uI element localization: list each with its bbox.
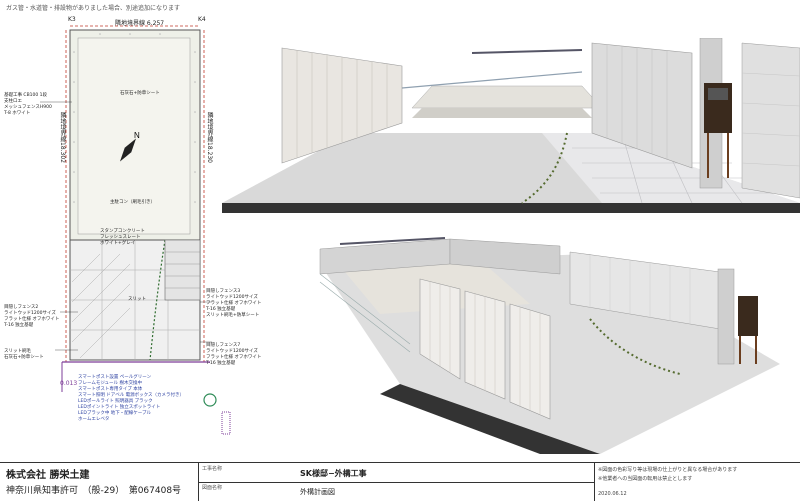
- project-label: 工事名称: [202, 466, 223, 472]
- render-top-image: [222, 37, 800, 213]
- slit-left-note: スリット刷毛 石灰石+防草シート: [4, 349, 44, 360]
- main-concrete-label: 主駐コン（刷毛引き）: [110, 200, 155, 205]
- fence-right-note-1: 目隠しフェンス3 ライトウッド1200サイズ フラット仕様 オフホワイト T-1…: [206, 289, 262, 318]
- perspective-render-top: [222, 37, 800, 213]
- k4-label: K4: [198, 16, 206, 23]
- title-block: 株式会社 勝栄土建 神奈川県知事許可 （般-29） 第067408号 工事名称 …: [0, 462, 800, 501]
- stamp-concrete-label: スタンプコンクリート フレッシュスレート ホワイト+グレイ: [100, 229, 145, 246]
- k3-label: K3: [68, 16, 76, 23]
- drawing-label: 図面名称: [202, 485, 223, 491]
- fence-right-note-2: 目隠しフェンス7 ライトウッド1200サイズ フラット仕様 オフホワイト T-1…: [206, 343, 262, 366]
- left-top-note: 基礎工事 CB100 1段 支柱ロエ メッシュフェンスH900 T-8 ホワイト: [4, 93, 52, 116]
- dimension-0013-label: 0.013: [60, 380, 78, 387]
- drawing-name: 外構計画図: [300, 488, 335, 496]
- svg-text:N: N: [134, 131, 140, 140]
- boundary-left-label: 隣地境界線18.302: [59, 112, 66, 163]
- render-bottom-image: [300, 234, 800, 454]
- title-block-divider-2: [594, 463, 595, 501]
- drawing-date: 2020.06.12: [598, 491, 627, 497]
- boundary-right-label: 隣地境界線18.230: [206, 112, 213, 163]
- top-caution-note: ガス管・水道管・排設物がありました場合、別途追加になります: [6, 5, 181, 12]
- equipment-notes: スマートポスト設置 ペールグリーン フレームモジュール 樹木交換中 スマートポス…: [78, 375, 184, 422]
- title-block-hline: [198, 482, 594, 483]
- perspective-render-bottom: [300, 234, 800, 454]
- fence-left-note: 目隠しフェンス2 ライトウッド1200サイズ フラット仕様 オフホワイト T-1…: [4, 305, 60, 328]
- project-name: SK様邸−外構工事: [300, 469, 367, 478]
- site-plan: N 隣地境界線 6.257 K3 K4 隣地境界線18.230 隣地境界線18.…: [0, 12, 261, 460]
- boundary-top-label: 隣地境界線 6.257: [115, 20, 165, 27]
- gravel-label: 石灰石+防草シート: [120, 91, 160, 96]
- license-number: 神奈川県知事許可 （般-29） 第067408号: [6, 486, 182, 496]
- company-name: 株式会社 勝栄土建: [6, 470, 90, 481]
- disclaimer-note-2: ※他業者への当図面の転用は禁止とします: [598, 476, 693, 482]
- disclaimer-note-1: ※図面の色彩写り等は現場の仕上がりと異なる場合があります: [598, 467, 738, 473]
- slit-label: スリット: [128, 297, 146, 302]
